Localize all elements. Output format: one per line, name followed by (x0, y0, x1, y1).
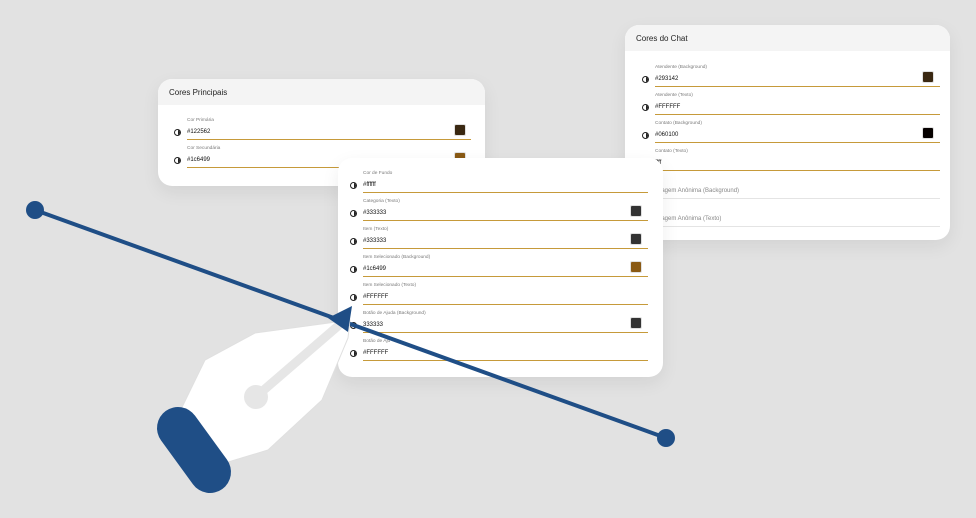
contrast-icon (350, 182, 357, 189)
field-underline (363, 276, 648, 277)
field-underline (655, 226, 940, 227)
field-value[interactable]: #293142 (655, 76, 678, 82)
card-header: Cores Principais (158, 79, 485, 105)
field-label: Contato (Texto) (655, 149, 688, 154)
field-underline (655, 114, 940, 115)
field-underline (655, 142, 940, 143)
bezier-anchor-right (657, 429, 675, 447)
color-field[interactable]: Item Selecionado (Background) #1c6499 (338, 255, 663, 279)
bezier-anchor-left (26, 201, 44, 219)
color-swatch[interactable] (631, 262, 641, 272)
field-underline (363, 332, 648, 333)
field-value[interactable]: #FFFFFF (363, 350, 388, 356)
contrast-icon (350, 266, 357, 273)
field-value[interactable]: #FFFFFF (655, 104, 680, 110)
field-label: Cor Primária (187, 118, 214, 123)
color-field[interactable]: Cor Primária #122562 (158, 118, 485, 142)
card-title: Cores Principais (169, 88, 228, 97)
contrast-icon (350, 322, 357, 329)
field-underline (655, 198, 940, 199)
color-field[interactable]: Botão de Ajuda (Background) 333333 (338, 311, 663, 335)
pen-nib-slit (253, 321, 343, 400)
field-underline (363, 220, 648, 221)
color-field[interactable]: Botão de Aju #FFFFFF (338, 339, 663, 363)
contrast-icon (174, 129, 181, 136)
card-title: Cores do Chat (636, 34, 688, 43)
contrast-icon (350, 238, 357, 245)
field-label: Cor Secundária (187, 146, 221, 151)
color-swatch[interactable] (923, 72, 933, 82)
contrast-icon (642, 76, 649, 83)
field-label: Contato (Background) (655, 121, 702, 126)
pen-nib-hole (244, 385, 268, 409)
card-header: Cores do Chat (625, 25, 950, 51)
contrast-icon (642, 104, 649, 111)
field-value[interactable]: #FFFFFF (363, 294, 388, 300)
field-label: Item Selecionado (Texto) (363, 283, 417, 288)
field-label: Botão de Ajuda (Background) (363, 311, 426, 316)
field-value[interactable]: nsagem Anônima (Background) (655, 188, 739, 194)
contrast-icon (174, 157, 181, 164)
color-field[interactable]: Cor de Fundo #ffffff (338, 171, 663, 195)
field-value[interactable]: #060100 (655, 132, 678, 138)
field-value[interactable]: #1c6499 (363, 266, 386, 272)
field-value[interactable]: #1c6499 (187, 157, 210, 163)
field-label: Atendente (Background) (655, 65, 707, 70)
color-field[interactable]: Item (Texto) #333333 (338, 227, 663, 251)
color-field[interactable]: nsagem Anônima (Background) (625, 177, 950, 201)
field-label: Item (Texto) (363, 227, 389, 232)
field-label: Atendente (Texto) (655, 93, 693, 98)
color-field[interactable]: nsagem Anônima (Texto) (625, 205, 950, 229)
field-label: Botão de Aju (363, 339, 391, 344)
color-swatch[interactable] (631, 234, 641, 244)
field-underline (363, 192, 648, 193)
field-label: Item Selecionado (Background) (363, 255, 431, 260)
contrast-icon (350, 350, 357, 357)
field-value[interactable]: #ffffff (363, 182, 376, 188)
field-underline (187, 139, 471, 140)
color-field[interactable]: Atendente (Texto) #FFFFFF (625, 93, 950, 117)
pen-handle (157, 407, 231, 493)
pen-nib-icon (169, 319, 351, 467)
field-value[interactable]: #122562 (187, 129, 210, 135)
contrast-icon (642, 132, 649, 139)
contrast-icon (350, 294, 357, 301)
field-label: Cor de Fundo (363, 171, 393, 176)
field-underline (363, 304, 648, 305)
field-underline (363, 248, 648, 249)
color-swatch[interactable] (923, 128, 933, 138)
color-swatch[interactable] (455, 125, 465, 135)
field-value[interactable]: 333333 (363, 322, 383, 328)
color-field[interactable]: Contato (Texto)ffff (625, 149, 950, 173)
field-underline (655, 86, 940, 87)
color-field[interactable]: Item Selecionado (Texto) #FFFFFF (338, 283, 663, 307)
field-value[interactable]: #333333 (363, 238, 386, 244)
field-underline (655, 170, 940, 171)
field-underline (363, 360, 648, 361)
contrast-icon (350, 210, 357, 217)
color-swatch[interactable] (631, 318, 641, 328)
color-field[interactable]: Categoria (Texto) #333333 (338, 199, 663, 223)
card-cores-chat: Cores do Chat Atendente (Background) #293… (625, 25, 950, 240)
field-value[interactable]: nsagem Anônima (Texto) (655, 216, 721, 222)
color-field[interactable]: Atendente (Background) #293142 (625, 65, 950, 89)
field-value[interactable]: #333333 (363, 210, 386, 216)
color-field[interactable]: Contato (Background) #060100 (625, 121, 950, 145)
field-label: Categoria (Texto) (363, 199, 400, 204)
color-swatch[interactable] (631, 206, 641, 216)
card-menu-cores: Cor de Fundo #ffffff Categoria (Texto) #333… (338, 158, 663, 377)
